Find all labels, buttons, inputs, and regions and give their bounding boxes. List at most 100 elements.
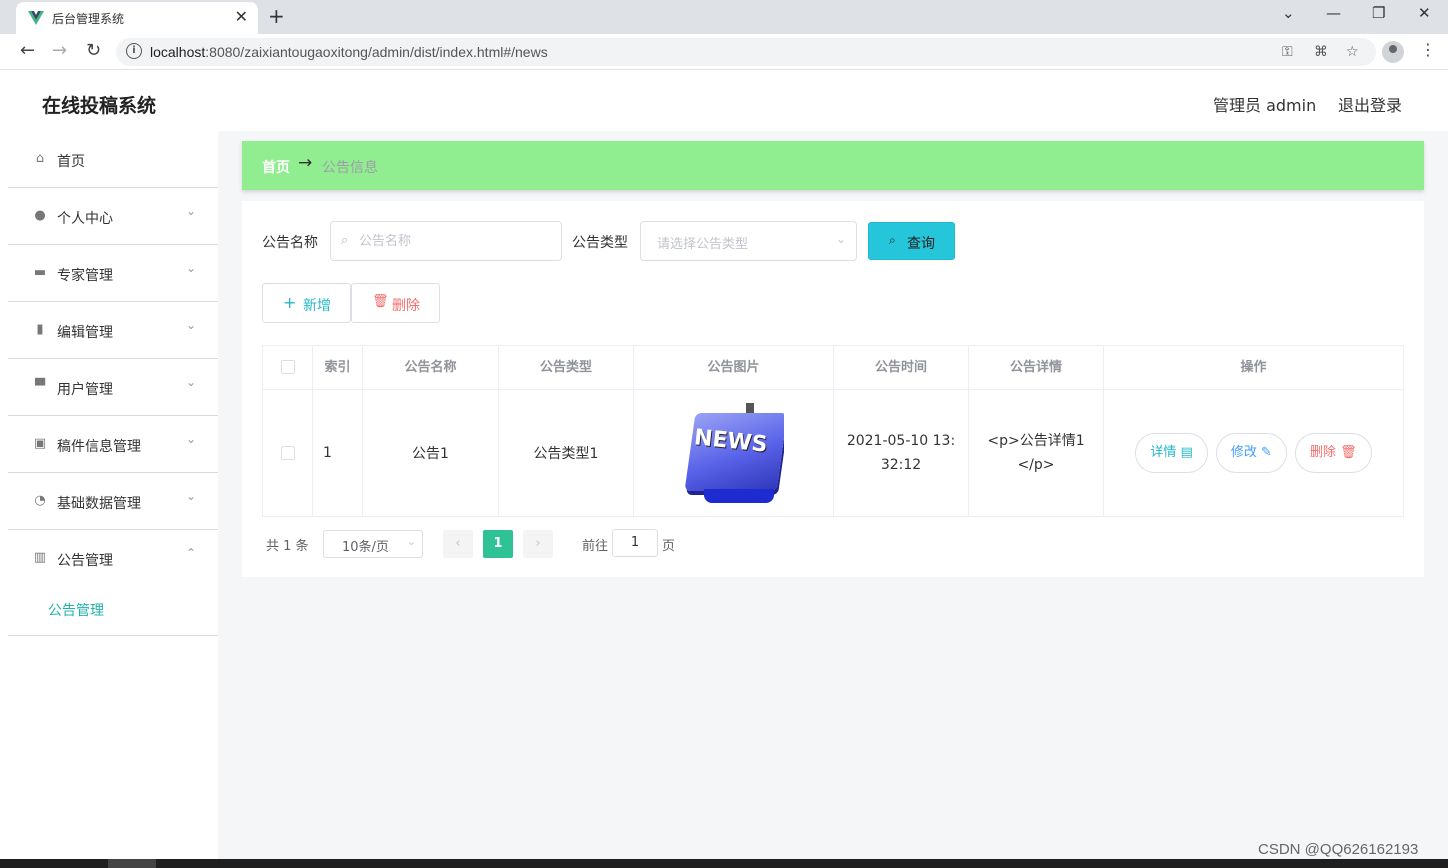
sidebar-item-label: 稿件信息管理 xyxy=(57,439,141,455)
search-icon: ⌕ xyxy=(889,233,896,247)
keycap-base xyxy=(703,489,774,503)
sidebar-item-editors[interactable]: ▮ 编辑管理 ⌄ xyxy=(8,302,218,359)
app-header: 在线投稿系统 管理员 admin 退出登录 xyxy=(8,71,1448,131)
page-suffix-label: 页 xyxy=(662,539,676,554)
bookmark-star-icon[interactable]: ☆ xyxy=(1346,44,1359,60)
browser-tab[interactable]: 后台管理系统 ✕ xyxy=(16,2,258,34)
sidebar-item-label: 公告管理 xyxy=(57,553,113,569)
taskbar-button[interactable] xyxy=(108,859,156,868)
select-all-checkbox[interactable] xyxy=(280,360,295,374)
query-button-label: 查询 xyxy=(907,236,935,252)
reload-icon[interactable]: ↻ xyxy=(86,40,101,61)
sidebar-item-users[interactable]: ▀ 用户管理 ⌄ xyxy=(8,359,218,416)
next-page-button[interactable]: › xyxy=(523,530,553,558)
clipboard-icon: ▣ xyxy=(33,436,47,451)
notice-detail-text: <p>公告详情1</p> xyxy=(987,433,1085,473)
trash-icon: 🗑 xyxy=(1340,445,1357,460)
column-header: 公告详情 xyxy=(969,346,1104,389)
chevron-up-icon: ⌃ xyxy=(186,546,197,560)
select-all-cell xyxy=(263,346,313,389)
chevron-down-icon: ⌄ xyxy=(186,318,197,332)
edit-button[interactable]: 修改 ✎ xyxy=(1215,433,1287,473)
admin-label: 管理员 admin xyxy=(1213,96,1317,115)
sidebar-subitem-label: 公告管理 xyxy=(48,603,104,619)
back-icon[interactable]: ← xyxy=(20,40,35,61)
profile-icon[interactable] xyxy=(1382,41,1404,63)
operations-cell: 详情 ▤ 修改 ✎ 删除 🗑 xyxy=(1104,390,1403,516)
address-bar[interactable]: i localhost:8080/zaixiantougaoxitong/adm… xyxy=(116,38,1376,66)
url-text[interactable]: localhost:8080/zaixiantougaoxitong/admin… xyxy=(150,44,548,60)
pagination-total: 共 1 条 xyxy=(266,539,309,554)
key-icon[interactable]: ⚿ xyxy=(1282,44,1293,60)
row-checkbox[interactable] xyxy=(280,446,295,460)
sidebar-subitem-notice-manage[interactable]: 公告管理 xyxy=(8,586,218,636)
breadcrumb-home[interactable]: 首页 xyxy=(262,157,290,177)
select-placeholder: 请选择公告类型 xyxy=(657,237,749,252)
gauge-icon: ◔ xyxy=(34,493,46,508)
add-button[interactable]: + 新增 xyxy=(262,283,351,323)
watermark: CSDN @QQ626162193 xyxy=(1258,841,1419,858)
sidebar-item-label: 基础数据管理 xyxy=(57,496,141,512)
sidebar-item-label: 首页 xyxy=(57,154,85,170)
delete-button-label: 删除 xyxy=(1309,445,1336,460)
translate-icon[interactable]: ⌘ xyxy=(1314,44,1328,60)
chevron-down-icon: ⌄ xyxy=(186,489,197,503)
os-taskbar xyxy=(0,859,1448,868)
sidebar-item-notices[interactable]: ▥ 公告管理 ⌃ xyxy=(8,530,218,587)
notice-name-input[interactable] xyxy=(359,230,549,252)
new-tab-icon[interactable]: + xyxy=(268,4,285,28)
page-size-select[interactable]: 10条/页 ⌄ xyxy=(323,530,423,558)
site-info-icon[interactable]: i xyxy=(126,43,142,59)
notice-time-cell: 2021-05-10 13:32:12 xyxy=(834,390,969,516)
user-icon: ● xyxy=(34,208,46,223)
add-button-label: 新增 xyxy=(303,298,331,314)
notice-name-input-wrapper[interactable]: ⌕ xyxy=(330,221,562,261)
sidebar-item-label: 专家管理 xyxy=(57,268,113,284)
pencil-icon: ✎ xyxy=(1261,445,1272,460)
notice-name-cell: 公告1 xyxy=(363,390,499,516)
forward-icon[interactable]: → xyxy=(52,40,67,61)
goto-page-input[interactable]: 1 xyxy=(612,529,658,557)
logout-link[interactable]: 退出登录 xyxy=(1338,92,1402,116)
restore-icon[interactable]: ❐ xyxy=(1372,4,1385,22)
close-window-icon[interactable]: ✕ xyxy=(1418,4,1431,22)
page-size-value: 10条/页 xyxy=(342,540,389,555)
close-tab-icon[interactable]: ✕ xyxy=(235,7,248,26)
books-icon: ▮ xyxy=(36,322,44,337)
query-button[interactable]: ⌕ 查询 xyxy=(868,222,955,260)
notice-type-cell: 公告类型1 xyxy=(499,390,634,516)
browser-toolbar: ← → ↻ i localhost:8080/zaixiantougaoxito… xyxy=(0,34,1448,70)
goto-label: 前往 xyxy=(582,539,609,554)
prev-page-button[interactable]: ‹ xyxy=(443,530,473,558)
sidebar-item-home[interactable]: ⌂ 首页 xyxy=(8,131,218,188)
column-header: 操作 xyxy=(1240,360,1267,375)
sidebar-item-base-data[interactable]: ◔ 基础数据管理 ⌄ xyxy=(8,473,218,530)
tab-search-icon[interactable]: ⌄ xyxy=(1282,4,1295,22)
page-number-current[interactable]: 1 xyxy=(483,530,513,558)
content-panel: 公告名称 ⌕ 公告类型 请选择公告类型 ⌄ ⌕ 查询 + 新增 🗑 删除 xyxy=(242,201,1424,577)
sidebar: ⌂ 首页 ● 个人中心 ⌄ ▬ 专家管理 ⌄ ▮ 编辑管理 ⌄ ▀ 用户管理 ⌄… xyxy=(8,131,218,868)
notice-time-text: 2021-05-10 13:32:12 xyxy=(846,433,956,473)
notice-type-select[interactable]: 请选择公告类型 ⌄ xyxy=(640,221,857,261)
tab-title: 后台管理系统 xyxy=(52,12,125,26)
notice-detail-cell: <p>公告详情1</p> xyxy=(969,390,1104,516)
sidebar-item-profile[interactable]: ● 个人中心 ⌄ xyxy=(8,188,218,245)
sidebar-item-label: 个人中心 xyxy=(57,211,113,227)
browser-menu-icon[interactable]: ⋮ xyxy=(1420,40,1436,59)
detail-button[interactable]: 详情 ▤ xyxy=(1135,433,1208,473)
column-header: 索引 xyxy=(313,346,363,389)
delete-button[interactable]: 删除 🗑 xyxy=(1294,433,1372,473)
notice-image-cell: NEWS xyxy=(634,390,834,516)
chevron-down-icon: ⌄ xyxy=(186,204,197,218)
row-select-cell xyxy=(263,390,313,516)
minimize-icon[interactable]: — xyxy=(1326,4,1341,22)
batch-delete-button[interactable]: 🗑 删除 xyxy=(351,283,440,323)
sidebar-item-manuscripts[interactable]: ▣ 稿件信息管理 ⌄ xyxy=(8,416,218,473)
vue-logo-icon xyxy=(28,11,44,25)
document-icon: ▤ xyxy=(1180,445,1193,460)
notice-table: 索引 公告名称 公告类型 公告图片 公告时间 公告详情 操作 1 公告1 公告类… xyxy=(262,345,1404,517)
sidebar-item-experts[interactable]: ▬ 专家管理 ⌄ xyxy=(8,245,218,302)
column-header: 公告类型 xyxy=(499,346,634,389)
browser-tabbar: 后台管理系统 ✕ + ⌄ — ❐ ✕ xyxy=(0,0,1448,34)
index-cell: 1 xyxy=(313,390,363,516)
